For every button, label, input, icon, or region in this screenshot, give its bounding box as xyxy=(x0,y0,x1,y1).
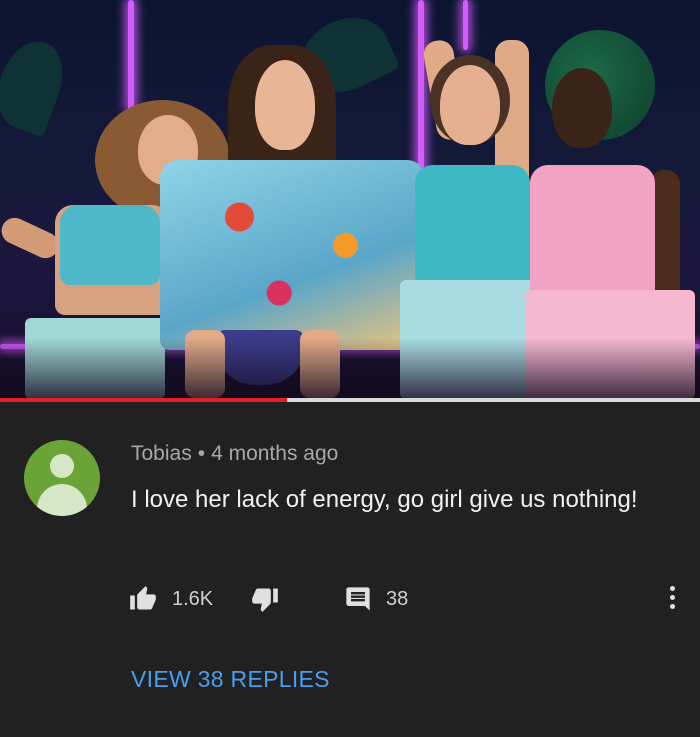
comment-text: I love her lack of energy, go girl give … xyxy=(131,486,638,513)
comment-icon xyxy=(344,585,372,613)
comment-actions: 1.6K 38 xyxy=(128,585,688,615)
video-progress-bar[interactable] xyxy=(0,398,700,402)
meta-separator: • xyxy=(197,442,206,465)
video-player[interactable] xyxy=(0,0,700,398)
more-vert-icon[interactable] xyxy=(664,586,680,616)
palm-leaf xyxy=(0,32,74,138)
dislike-button[interactable] xyxy=(250,585,280,613)
comment-time: 4 months ago xyxy=(211,442,339,465)
comment-author[interactable]: Tobias xyxy=(131,442,192,465)
person-icon-body xyxy=(37,484,87,516)
comment-meta: Tobias • 4 months ago xyxy=(131,442,338,466)
avatar[interactable] xyxy=(24,440,100,516)
like-count: 1.6K xyxy=(172,587,214,610)
stage-floor-shadow xyxy=(0,338,700,398)
neon-light-right xyxy=(463,0,468,50)
thumbs-up-icon xyxy=(128,585,158,613)
person-icon-head xyxy=(50,454,74,478)
neon-light-center xyxy=(418,0,424,175)
thumbs-down-icon xyxy=(250,585,280,613)
video-progress-fill xyxy=(0,398,287,402)
reply-count: 38 xyxy=(386,587,409,610)
like-button[interactable]: 1.6K xyxy=(128,585,213,613)
view-replies-link[interactable]: VIEW 38 REPLIES xyxy=(131,666,330,693)
reply-button[interactable]: 38 xyxy=(344,585,408,613)
neon-light-left xyxy=(128,0,134,110)
